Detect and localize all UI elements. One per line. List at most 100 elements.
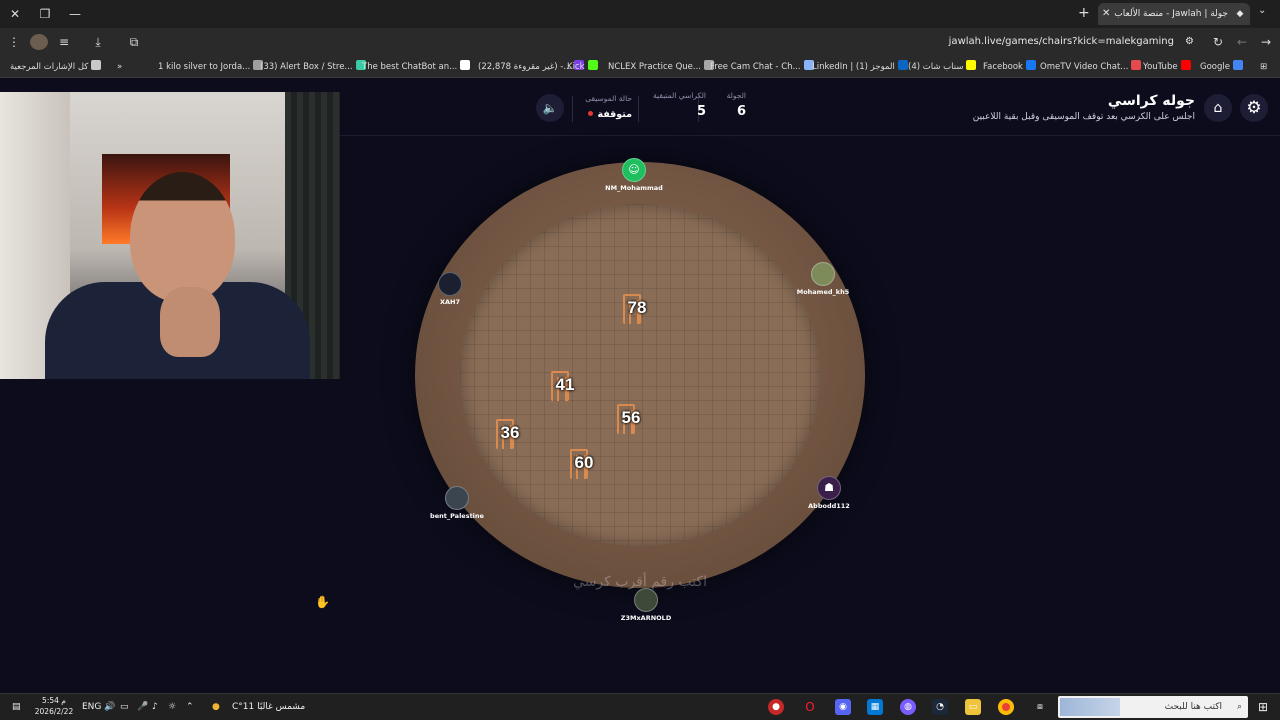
hand-cursor-icon: ✋ [315,595,330,609]
chair-number: 56 [621,408,641,427]
bookmark-item[interactable]: (33) Alert Box / Stre... [260,60,366,74]
weather-text[interactable]: مشمس غالبًا 11°C [232,699,305,715]
network-icon[interactable]: ▭ [120,699,129,715]
bookmarks-bar: ⊞ » كل الإشارات المرجعية 1 kilo silver to… [0,56,1280,78]
webcam-person-hand [160,287,220,357]
speaker-tray-icon[interactable]: ♪ [152,699,158,715]
new-tab-icon[interactable]: + [1078,5,1090,21]
file-explorer-icon[interactable]: ▭ [965,699,981,715]
restore-window-icon[interactable]: ❐ [36,5,54,23]
music-status-label: حالة الموسيقى [585,94,632,103]
bookmark-label: Kick [567,62,585,72]
windows-taskbar: ▤ 5:54 م 2026/2/22 ENG 🔊 ▭ 🎤 ♪ ☼ ⌃ ● مشم… [0,693,1280,720]
chair-number: 41 [555,375,575,394]
clock-time: 5:54 م [42,696,66,705]
microphone-icon[interactable]: 🎤 [137,699,148,715]
taskbar-search[interactable]: ⌕ اكتب هنا للبحث [1058,696,1248,718]
address-bar[interactable]: jawlah.live/games/chairs?kick=malekgamin… [156,32,1200,52]
speaker-icon[interactable]: 🔈 [536,94,564,122]
chair[interactable]: 60 [564,447,604,483]
facebook-icon [1025,60,1036,70]
bookmark-label: (33) Alert Box / Stre... [260,62,353,72]
bookmark-item[interactable]: Facebook [983,60,1036,74]
chair[interactable]: 56 [611,402,651,438]
download-icon[interactable]: ⤓ [90,34,106,50]
bookmark-item[interactable]: Kick [567,60,598,74]
bookmark-label: LinkedIn | الموجز (1) [812,62,895,72]
settings-gear-icon[interactable]: ⚙ [1240,94,1268,122]
game-header: ⚙ ⌂ جوله كراسي اجلس على الكرسي بعد توقف … [340,78,1280,136]
chairs-remaining-value: 5 [696,104,706,119]
close-window-icon[interactable]: ✕ [6,5,24,23]
notification-icon[interactable]: ▤ [12,699,21,715]
app-icon-record[interactable]: ● [768,699,784,715]
tab-close-icon[interactable]: ✕ [1102,3,1110,25]
discord-icon[interactable]: ◉ [835,699,851,715]
linkedin-icon [897,60,908,70]
stat-divider [638,96,639,122]
chair[interactable]: 36 [490,417,530,453]
store-icon[interactable]: ▦ [867,699,883,715]
chair-number: 36 [500,423,520,442]
home-icon[interactable]: ⌂ [1204,94,1232,122]
bookmark-label: (4) سناب شات [908,62,964,72]
webcam-overlay [0,92,340,379]
round-label: الجولة [726,91,746,100]
app-icon-bot[interactable]: ◍ [900,699,916,715]
chair-input-hint: اكتب رقم أقرب كرسي [573,574,707,590]
browser-tab-bar: ✕ ❐ — + ◆ جولة | Jawlah - منصة الألعاب ✕… [0,0,1280,28]
tab-search-icon[interactable]: ⌄ [1258,5,1266,16]
bookmark-label: كل الإشارات المرجعية [10,62,89,72]
bookmark-item[interactable]: 1 kilo silver to Jorda... [158,60,264,74]
brightness-icon[interactable]: ☼ [168,699,176,715]
bookmark-item[interactable]: (4) سناب شات [908,60,977,74]
browser-toolbar: ⋮ ≡ ⤓ ⧉ ☆ jawlah.live/games/chairs?kick=… [0,28,1280,56]
bookmark-item[interactable]: LinkedIn | الموجز (1) [812,60,908,74]
chair-number: 78 [627,298,647,317]
bookmark-item[interactable]: Free Cam Chat - Ch... [710,60,814,74]
back-icon[interactable]: → [1258,34,1274,50]
bookmark-item[interactable]: NCLEX Practice Que... [608,60,714,74]
site-settings-icon[interactable]: ⚙ [1185,32,1194,52]
forward-icon[interactable]: ← [1234,34,1250,50]
menu-icon[interactable]: ⋮ [6,34,22,50]
youtube-icon [1180,60,1191,70]
clock-date: 2026/2/22 [34,707,74,716]
reload-icon[interactable]: ↻ [1210,34,1226,50]
language-indicator[interactable]: ENG [82,699,101,715]
music-status-value: متوقفة [580,109,632,120]
taskbar-clock[interactable]: 5:54 م 2026/2/22 [34,695,74,717]
browser-tab[interactable]: ◆ جولة | Jawlah - منصة الألعاب ✕ [1098,3,1250,25]
snapchat-icon [966,60,977,70]
player-name: NM_Mohammad [605,184,663,192]
bookmark-item[interactable]: كل الإشارات المرجعية [10,60,102,74]
steam-icon[interactable]: ◔ [932,699,948,715]
bookmark-label: The best ChatBot an... [362,62,458,72]
chevron-up-icon[interactable]: ⌃ [186,699,194,715]
volume-icon[interactable]: 🔊 [104,699,115,715]
player: Z3MxARNOLD [601,588,691,622]
chrome-icon[interactable] [998,699,1014,715]
bookmarks-overflow-icon[interactable]: » [117,60,122,74]
bookmark-item[interactable]: The best ChatBot an... [362,60,471,74]
apps-grid-icon[interactable]: ⊞ [1260,60,1267,74]
avatar-icon [445,486,469,510]
search-highlight-image [1060,698,1120,716]
chair[interactable]: 41 [545,369,585,405]
player: ☗ Abbodd112 [784,476,874,510]
profile-avatar-icon[interactable] [30,34,48,50]
task-view-icon[interactable]: ⧈ [1032,699,1048,715]
round-value: 6 [736,104,746,119]
chair[interactable]: 78 [617,292,657,328]
bookmark-item[interactable]: Google [1200,60,1243,74]
opera-icon[interactable]: O [802,699,818,715]
extensions-icon[interactable]: ⧉ [126,34,142,50]
bookmark-item[interactable]: YouTube [1143,60,1191,74]
minimize-window-icon[interactable]: — [66,5,84,23]
folder-icon [91,60,102,70]
bookmark-item[interactable]: OmeTV Video Chat... [1040,60,1142,74]
bookmark-label: YouTube [1143,62,1178,72]
reading-list-icon[interactable]: ≡ [56,34,72,50]
chairs-remaining-stat: الكراسي المتبقية 5 [636,91,706,119]
windows-start-icon[interactable]: ⊞ [1258,699,1268,715]
